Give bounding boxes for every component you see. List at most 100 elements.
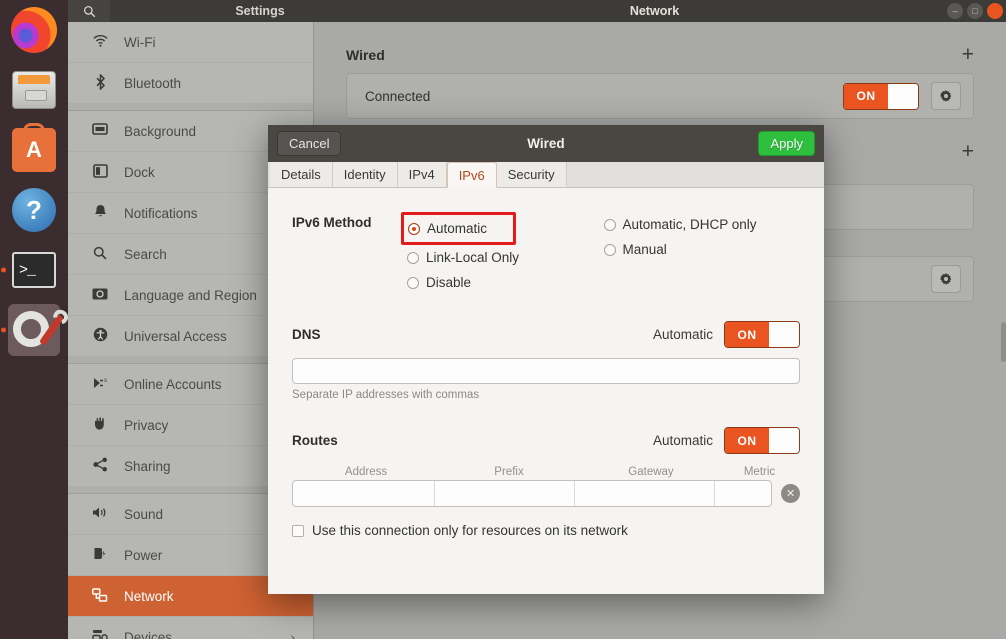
tab-ipv4[interactable]: IPv4 bbox=[398, 162, 447, 187]
method-options-right-column: Automatic, DHCP only Manual bbox=[604, 212, 801, 295]
tab-identity[interactable]: Identity bbox=[333, 162, 398, 187]
routes-header-prefix: Prefix bbox=[438, 466, 580, 478]
close-button[interactable] bbox=[987, 3, 1003, 19]
routes-automatic-toggle[interactable]: ON bbox=[724, 427, 800, 454]
content-scrollbar[interactable] bbox=[1001, 322, 1006, 362]
search-icon bbox=[83, 5, 96, 18]
ubuntu-software-icon: A bbox=[12, 128, 56, 172]
radio-automatic-dhcp-only[interactable]: Automatic, DHCP only bbox=[604, 212, 801, 237]
window-titlebar: Settings Network – □ bbox=[68, 0, 1006, 22]
dns-automatic-toggle[interactable]: ON bbox=[724, 321, 800, 348]
dock-item-terminal[interactable]: >_ bbox=[8, 244, 60, 296]
sidebar-item-label: Online Accounts bbox=[124, 377, 222, 392]
wired-section-header: Wired + bbox=[314, 22, 1006, 73]
sidebar-item-label: Search bbox=[124, 247, 167, 262]
radio-indicator bbox=[604, 219, 616, 231]
speaker-icon bbox=[88, 506, 112, 522]
sharing-icon bbox=[88, 457, 112, 475]
tab-details[interactable]: Details bbox=[270, 162, 333, 187]
routes-title: Routes bbox=[292, 433, 338, 448]
sidebar-item-label: Language and Region bbox=[124, 288, 257, 303]
sidebar-item-label: Network bbox=[124, 589, 174, 604]
files-icon bbox=[12, 71, 56, 109]
running-indicator-dot bbox=[1, 328, 6, 333]
ipv6-method-label: IPv6 Method bbox=[292, 212, 407, 295]
dock-item-ubuntu-software[interactable]: A bbox=[8, 124, 60, 176]
radio-automatic[interactable]: Automatic bbox=[408, 216, 487, 241]
radio-indicator bbox=[407, 252, 419, 264]
dock-item-firefox[interactable] bbox=[8, 4, 60, 56]
automatic-option-highlight: Automatic bbox=[401, 212, 516, 245]
cancel-button[interactable]: Cancel bbox=[277, 131, 341, 156]
tab-ipv6[interactable]: IPv6 bbox=[447, 162, 497, 188]
sidebar-item-wifi[interactable]: Wi-Fi bbox=[68, 22, 313, 63]
dialog-title: Wired bbox=[268, 136, 824, 151]
dns-servers-input[interactable] bbox=[292, 358, 800, 384]
dock-item-files[interactable] bbox=[8, 64, 60, 116]
radio-disable[interactable]: Disable bbox=[407, 270, 604, 295]
apply-button[interactable]: Apply bbox=[758, 131, 815, 156]
radio-link-local-only[interactable]: Link-Local Only bbox=[407, 245, 604, 270]
routes-automatic-label: Automatic bbox=[653, 433, 713, 448]
dialog-headerbar: Cancel Wired Apply bbox=[268, 125, 824, 162]
dialog-body: IPv6 Method Automatic Link-Local Only bbox=[268, 188, 824, 538]
online-accounts-icon: s bbox=[88, 376, 112, 393]
routes-header-gateway: Gateway bbox=[580, 466, 722, 478]
sidebar-separator bbox=[68, 104, 313, 111]
sidebar-item-label: Background bbox=[124, 124, 196, 139]
wired-toggle[interactable]: ON bbox=[843, 83, 919, 110]
restrict-connection-checkbox[interactable] bbox=[292, 525, 304, 537]
routes-table-row: ✕ bbox=[292, 480, 800, 507]
wired-connection-dialog: Cancel Wired Apply Details Identity IPv4… bbox=[268, 125, 824, 594]
dock-item-help[interactable]: ? bbox=[8, 184, 60, 236]
route-metric-input[interactable] bbox=[715, 481, 771, 506]
restrict-connection-row[interactable]: Use this connection only for resources o… bbox=[292, 523, 800, 538]
tabbar-filler bbox=[567, 162, 824, 187]
language-icon bbox=[88, 287, 112, 303]
sidebar-item-label: Universal Access bbox=[124, 329, 227, 344]
tab-security[interactable]: Security bbox=[497, 162, 567, 187]
radio-manual[interactable]: Manual bbox=[604, 237, 801, 262]
ipv6-method-row: IPv6 Method Automatic Link-Local Only bbox=[292, 212, 800, 295]
delete-route-button[interactable]: ✕ bbox=[781, 484, 800, 503]
settings-icon bbox=[11, 307, 57, 353]
radio-label: Manual bbox=[623, 242, 667, 257]
maximize-button[interactable]: □ bbox=[967, 3, 983, 19]
route-address-input[interactable] bbox=[293, 481, 435, 506]
radio-indicator bbox=[407, 277, 419, 289]
radio-label: Disable bbox=[426, 275, 471, 290]
sidebar-item-label: Devices bbox=[124, 630, 172, 639]
route-prefix-input[interactable] bbox=[435, 481, 575, 506]
routes-header-address: Address bbox=[294, 466, 438, 478]
toggle-knob bbox=[888, 84, 918, 109]
bluetooth-icon bbox=[88, 74, 112, 93]
svg-text:s: s bbox=[104, 378, 107, 384]
help-icon: ? bbox=[12, 188, 56, 232]
toggle-on-label: ON bbox=[725, 428, 769, 453]
third-settings-gear-button[interactable] bbox=[931, 265, 961, 293]
dock-icon bbox=[88, 164, 112, 181]
sidebar-item-label: Sharing bbox=[124, 459, 171, 474]
terminal-icon: >_ bbox=[12, 252, 56, 288]
sidebar-item-label: Wi-Fi bbox=[124, 35, 155, 50]
radio-indicator bbox=[408, 223, 420, 235]
wired-settings-gear-button[interactable] bbox=[931, 82, 961, 110]
minimize-button[interactable]: – bbox=[947, 3, 963, 19]
radio-label: Automatic, DHCP only bbox=[623, 217, 757, 232]
add-connection-button[interactable]: + bbox=[962, 44, 974, 65]
window-controls: – □ bbox=[947, 3, 1006, 19]
sidebar-item-devices[interactable]: Devices › bbox=[68, 617, 313, 639]
network-icon bbox=[88, 588, 112, 605]
sidebar-item-label: Privacy bbox=[124, 418, 168, 433]
sidebar-item-label: Bluetooth bbox=[124, 76, 181, 91]
sidebar-item-bluetooth[interactable]: Bluetooth bbox=[68, 63, 313, 104]
dns-section-header: DNS Automatic ON bbox=[292, 321, 800, 348]
titlebar-search-button[interactable] bbox=[68, 0, 110, 22]
dock-item-settings[interactable] bbox=[8, 304, 60, 356]
add-second-button[interactable]: + bbox=[962, 141, 974, 162]
restrict-connection-label: Use this connection only for resources o… bbox=[312, 523, 628, 538]
power-icon bbox=[88, 546, 112, 564]
routes-section-header: Routes Automatic ON bbox=[292, 427, 800, 454]
gear-icon bbox=[939, 89, 953, 103]
route-gateway-input[interactable] bbox=[575, 481, 715, 506]
